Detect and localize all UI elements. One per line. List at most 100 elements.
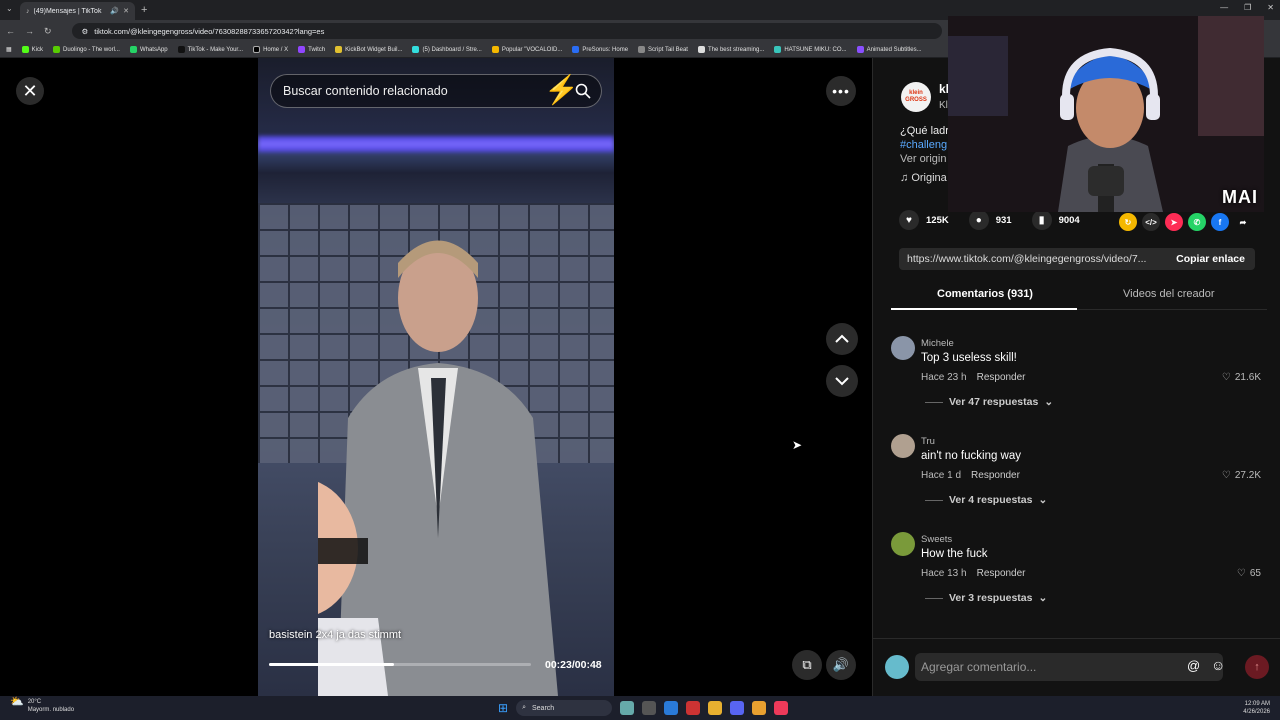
author-avatar[interactable]: klein GROSS [901, 82, 931, 112]
window-controls: — ❐ ✕ [1220, 3, 1274, 12]
reply-button[interactable]: Responder [977, 568, 1026, 579]
picture-in-picture-button[interactable]: ⧉ [792, 650, 822, 680]
more-dots-icon: ••• [832, 83, 850, 99]
send-to-friend-icon[interactable]: ➤ [1165, 213, 1183, 231]
comment-item: Tru ain't no fucking way Hace 1 d Respond… [891, 434, 1267, 526]
bookmark-icon: ▮ [1031, 210, 1052, 230]
comment-avatar[interactable] [891, 532, 915, 556]
back-icon[interactable]: ← [6, 26, 15, 36]
taskbar-search[interactable]: ⌕ Search [516, 700, 613, 716]
bookmark-item[interactable]: TikTok - Make Your... [177, 46, 243, 53]
facebook-icon[interactable]: f [1211, 213, 1229, 231]
related-search-bar[interactable]: Buscar contenido relacionado ⚡ [270, 74, 602, 108]
save-button[interactable]: ▮ 9004 [1031, 210, 1080, 230]
view-replies-button[interactable]: Ver 4 respuestas ⌄ [925, 494, 1047, 506]
bookmark-item[interactable]: (5) Dashboard / Stre... [412, 46, 482, 53]
apps-icon[interactable]: ▦ [6, 46, 12, 53]
comment-meta: Hace 1 d Responder [921, 470, 1020, 481]
windows-start-icon[interactable]: ⊞ [498, 701, 508, 715]
emoji-icon[interactable]: ☺ [1211, 657, 1225, 673]
url-field[interactable]: ⚙ tiktok.com/@kleingegengross/video/7630… [71, 23, 942, 39]
bookmark-item[interactable]: The best streaming... [697, 46, 764, 53]
task-view-icon[interactable] [642, 701, 657, 715]
site-info-icon[interactable]: ⚙ [82, 27, 89, 36]
reply-button[interactable]: Responder [977, 372, 1026, 383]
os-taskbar: ⛅ 20°C Mayorm. nublado ⊞ ⌕ Search 12:09 … [0, 696, 1280, 720]
video-progress-fill [269, 663, 395, 666]
previous-video-button[interactable] [826, 323, 858, 355]
close-viewer-button[interactable]: ✕ [16, 77, 44, 105]
heart-outline-icon: ♡ [1236, 568, 1246, 579]
music-link[interactable]: ♫ Origina [900, 172, 947, 184]
bookmark-item[interactable]: Home / X [253, 46, 288, 53]
copy-link-button[interactable]: Copiar enlace [1176, 253, 1245, 265]
bookmark-item[interactable]: Kick [21, 46, 43, 53]
comment-like-button[interactable]: ♡ 21.6K [1222, 372, 1261, 383]
see-original-link[interactable]: Ver origin [900, 153, 946, 165]
post-comment-button[interactable]: ↑ [1245, 655, 1269, 679]
comment-like-button[interactable]: ♡ 65 [1237, 568, 1261, 579]
like-button[interactable]: ♥ 125K [899, 210, 949, 230]
edge-browser-icon[interactable] [664, 701, 679, 715]
share-arrow-icon[interactable]: ➦ [1234, 213, 1252, 231]
new-tab-button[interactable]: + [141, 4, 147, 16]
bookmark-item[interactable]: Animated Subtitles... [856, 46, 922, 53]
volume-button[interactable]: 🔊 [826, 650, 856, 680]
view-replies-button[interactable]: Ver 47 respuestas ⌄ [925, 396, 1053, 408]
repost-icon[interactable]: ↻ [1119, 213, 1137, 231]
discord-icon[interactable] [730, 701, 745, 715]
system-clock[interactable]: 12:09 AM 4/26/2026 [1243, 700, 1270, 716]
replies-divider [925, 401, 943, 403]
comment-input[interactable] [915, 653, 1223, 681]
more-options-button[interactable]: ••• [826, 76, 856, 106]
tab-search-icon[interactable]: ⌄ [6, 4, 13, 13]
forward-icon[interactable]: → [25, 26, 34, 36]
bookmark-item[interactable]: KickBot Widget Buil... [335, 46, 402, 53]
close-window-icon[interactable]: ✕ [1267, 3, 1274, 12]
search-icon[interactable] [575, 83, 591, 99]
webcam-label: MAI [1222, 187, 1258, 207]
bookmark-item[interactable]: Script Tail Beat [638, 46, 688, 53]
widgets-icon[interactable] [620, 701, 635, 715]
comment-button[interactable]: ● 931 [968, 210, 1012, 230]
bookmark-item[interactable]: Twitch [298, 46, 325, 53]
comment-item: Michele Top 3 useless skill! Hace 23 h Re… [891, 336, 1267, 428]
bookmark-item[interactable]: Duolingo - The worl... [53, 46, 120, 53]
reload-icon[interactable]: ↻ [44, 26, 52, 37]
close-tab-icon[interactable]: ✕ [123, 7, 129, 15]
video-viewer: ✕ Buscar contenido relacionado ⚡ basiste… [0, 58, 872, 696]
video-player[interactable]: Buscar contenido relacionado ⚡ basistein… [258, 58, 614, 696]
file-explorer-icon[interactable] [708, 701, 723, 715]
comment-avatar[interactable] [891, 336, 915, 360]
mention-icon[interactable]: @ [1187, 658, 1200, 673]
tab-creator-videos[interactable]: Videos del creador [1123, 288, 1215, 300]
whatsapp-icon[interactable]: ✆ [1188, 213, 1206, 231]
chrome-icon[interactable] [752, 701, 767, 715]
comment-avatar[interactable] [891, 434, 915, 458]
maximize-icon[interactable]: ❐ [1244, 3, 1251, 12]
url-text: tiktok.com/@kleingegengross/video/763082… [94, 26, 325, 36]
comment-username[interactable]: Michele [921, 338, 954, 349]
comment-username[interactable]: Tru [921, 436, 935, 447]
bookmark-item[interactable]: Popular "VOCALOID... [491, 46, 562, 53]
stage-light [258, 136, 614, 152]
clock-time: 12:09 AM [1244, 701, 1270, 707]
app-icon[interactable] [686, 701, 701, 715]
bookmark-item[interactable]: PreSonus: Home [572, 46, 628, 53]
browser-tab-tiktok[interactable]: ♪ (49)Mensajes | TikTok 🔊 ✕ [20, 2, 135, 20]
reply-button[interactable]: Responder [971, 470, 1020, 481]
music-app-icon[interactable] [774, 701, 789, 715]
minimize-icon[interactable]: — [1220, 3, 1228, 12]
embed-icon[interactable]: </> [1142, 213, 1160, 231]
hashtag-link[interactable]: #challeng [900, 139, 947, 151]
view-replies-button[interactable]: Ver 3 respuestas ⌄ [925, 592, 1047, 604]
comment-username[interactable]: Sweets [921, 534, 952, 545]
next-video-button[interactable] [826, 365, 858, 397]
bookmark-item[interactable]: HATSUNE MIKU: CO... [774, 46, 847, 53]
weather-widget[interactable]: ⛅ 20°C Mayorm. nublado [10, 697, 74, 714]
current-user-avatar[interactable] [885, 655, 909, 679]
tab-comments[interactable]: Comentarios (931) [937, 288, 1033, 300]
bookmark-item[interactable]: WhatsApp [129, 46, 168, 53]
video-progress-bar[interactable] [269, 663, 531, 666]
comment-like-button[interactable]: ♡ 27.2K [1222, 470, 1261, 481]
